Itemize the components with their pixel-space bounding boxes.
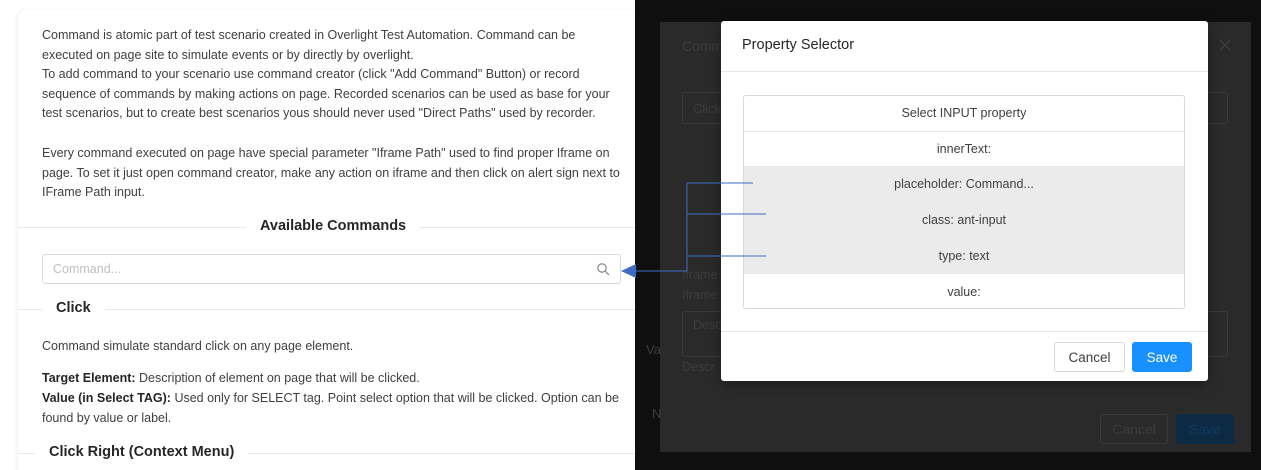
property-row-class[interactable]: class: ant-input	[744, 202, 1184, 239]
help-paragraph: Command is atomic part of test scenario …	[42, 28, 576, 62]
cancel-button[interactable]: Cancel	[1054, 342, 1125, 372]
click-right-section-title: Click Right (Context Menu)	[35, 444, 249, 460]
save-button[interactable]: Save	[1132, 342, 1192, 372]
value-label: Va	[646, 342, 661, 357]
modal-header: Property Selector	[721, 21, 1208, 72]
search-input[interactable]	[53, 255, 593, 283]
property-row-innertext[interactable]: innerText:	[744, 131, 1184, 168]
n-label: N	[652, 406, 662, 421]
value-label: Value (in Select TAG):	[42, 391, 171, 405]
click-section-title: Click	[42, 300, 105, 316]
modal-title: Property Selector	[742, 37, 855, 53]
modal-footer: Cancel Save	[721, 331, 1208, 381]
click-target-element: Target Element: Description of element o…	[42, 369, 622, 389]
iframe-path-label: Iframe	[682, 288, 718, 302]
save-button[interactable]: Save	[1176, 414, 1234, 444]
property-row-type[interactable]: type: text	[744, 238, 1184, 274]
property-selector-modal: Property Selector Select INPUT property …	[721, 21, 1208, 381]
click-value: Value (in Select TAG): Used only for SEL…	[42, 389, 622, 428]
property-row-placeholder[interactable]: placeholder: Command...	[744, 167, 1184, 203]
target-element-label: Target Element:	[42, 371, 136, 385]
available-commands-title: Available Commands	[246, 218, 421, 234]
iframe-label: Iframe	[682, 268, 718, 282]
property-list-header: Select INPUT property	[744, 96, 1184, 132]
property-row-value[interactable]: value:	[744, 273, 1184, 308]
description-label: Descr	[682, 360, 715, 374]
cancel-button[interactable]: Cancel	[1100, 414, 1168, 444]
command-search[interactable]	[42, 254, 621, 284]
command-modal-title: Comm	[682, 38, 724, 54]
divider	[18, 309, 635, 310]
help-paragraph: To add command to your scenario use comm…	[42, 67, 610, 121]
property-list: Select INPUT property innerText: placeho…	[743, 95, 1185, 309]
click-description: Command simulate standard click on any p…	[42, 339, 354, 353]
close-icon[interactable]	[1219, 39, 1231, 51]
search-icon[interactable]	[596, 262, 610, 276]
help-panel: Command is atomic part of test scenario …	[18, 10, 635, 470]
help-paragraph: Every command executed on page have spec…	[42, 146, 620, 200]
target-element-text: Description of element on page that will…	[135, 371, 420, 385]
